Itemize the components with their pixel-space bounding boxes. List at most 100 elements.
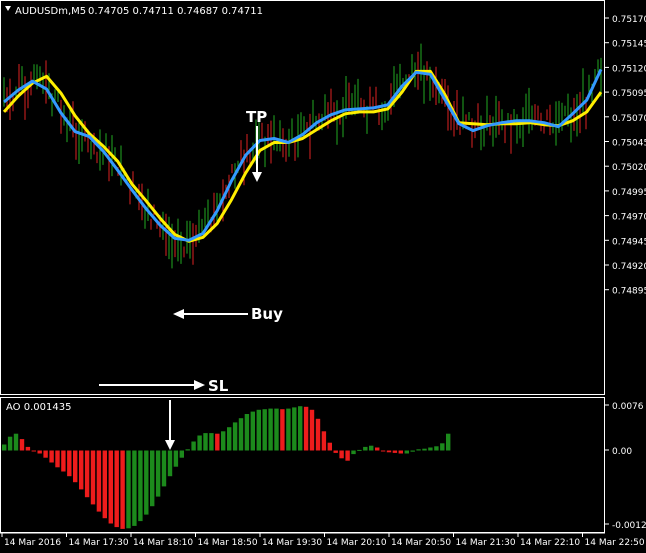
time-tick-label: 14 Mar 22:10 — [520, 538, 580, 548]
ao-tick-label: 0.0076 — [612, 402, 644, 412]
ao-bar — [404, 450, 409, 454]
ao-bar — [274, 408, 279, 451]
ao-bar — [209, 433, 214, 451]
ao-bar — [434, 446, 439, 451]
ao-bar — [79, 450, 84, 490]
ao-bar — [7, 436, 13, 451]
ao-bar — [256, 409, 261, 451]
ao-bar — [61, 450, 66, 472]
ao-bar — [144, 450, 149, 515]
fast-ma-line — [3, 68, 603, 242]
ao-bar — [422, 448, 427, 451]
ao-bar — [120, 450, 125, 529]
ao-bar — [185, 449, 190, 451]
price-tick-label: 0.74920 — [612, 262, 646, 272]
ao-bar — [428, 447, 433, 451]
ao-bar — [292, 407, 297, 451]
price-tick-label: 0.75095 — [612, 89, 646, 99]
price-tick-label: 0.74945 — [612, 237, 646, 247]
ao-bar — [398, 450, 403, 454]
ao-bar — [286, 408, 291, 451]
ao-bar — [351, 450, 356, 455]
ao-bar — [114, 450, 119, 528]
ao-bar — [13, 433, 19, 451]
ao-bar — [386, 450, 392, 453]
ao-bar — [244, 414, 250, 451]
buy-label: Buy — [251, 305, 283, 323]
ao-bar — [167, 450, 173, 477]
ao-bar — [339, 450, 344, 459]
ao-bar — [126, 450, 131, 529]
ao-bar — [150, 450, 155, 507]
price-tick-label: 0.74970 — [612, 213, 646, 223]
ao-bar — [227, 427, 232, 451]
time-tick-label: 14 Mar 20:50 — [391, 538, 451, 548]
ao-bar — [363, 446, 368, 451]
candles — [3, 43, 602, 269]
ao-bar — [303, 406, 309, 451]
ao-bar — [19, 439, 25, 451]
ao-bar — [333, 450, 338, 453]
ao-bar — [309, 409, 315, 451]
time-tick-label: 14 Mar 18:50 — [198, 538, 258, 548]
ao-bar — [298, 406, 303, 451]
price-tick-label: 0.74895 — [612, 287, 646, 297]
price-tick-label: 0.75045 — [612, 139, 646, 149]
ao-bar — [43, 450, 48, 458]
ao-bar — [410, 450, 415, 452]
price-axis: 0.75170 0.75145 0.75120 0.75095 0.75070 0.750… — [605, 15, 646, 297]
ao-bar — [215, 433, 220, 451]
ao-bar — [173, 450, 179, 467]
time-axis: 14 Mar 2016 14 Mar 17:30 14 Mar 18:10 14 Ma… — [1, 533, 645, 548]
ao-bar — [155, 450, 161, 497]
ao-bar — [375, 447, 380, 451]
ao-tick-label: 0.00 — [612, 447, 632, 457]
ao-bar — [357, 449, 362, 451]
ao-bar — [440, 443, 445, 451]
ao-bar — [268, 408, 273, 451]
price-chart: 0.75170 0.75145 0.75120 0.75095 0.75070 0.750… — [0, 0, 646, 548]
ao-bar — [369, 445, 374, 451]
price-tick-label: 0.75120 — [612, 64, 646, 74]
price-tick-label: 0.75170 — [612, 15, 646, 25]
price-tick-label: 0.75020 — [612, 163, 646, 173]
ao-tick-label: -0.0012 — [612, 521, 646, 531]
ao-bar — [90, 450, 96, 505]
ao-bar — [132, 450, 137, 526]
symbol-label: AUDUSDm,M5 — [15, 6, 86, 17]
ao-bar — [446, 433, 451, 451]
moving-averages — [2, 68, 603, 243]
ao-bar — [262, 409, 267, 451]
ao-bar — [197, 435, 202, 451]
price-tick-label: 0.74995 — [612, 188, 646, 198]
tp-arrowhead-icon — [252, 172, 262, 182]
ao-bar — [37, 450, 42, 454]
ao-bar — [232, 422, 238, 451]
ao-bar — [392, 450, 398, 453]
symbol-triangle-icon — [5, 6, 11, 11]
ao-bar — [191, 441, 196, 451]
ao-bar — [138, 450, 143, 522]
ao-bar — [102, 450, 107, 519]
ao-bar — [416, 449, 421, 451]
ao-bar — [315, 418, 321, 451]
ao-bar — [96, 450, 102, 512]
time-tick-label: 14 Mar 17:30 — [69, 538, 129, 548]
ao-bar — [67, 450, 72, 477]
price-tick-label: 0.75070 — [612, 114, 646, 124]
ao-histogram — [2, 406, 451, 529]
ao-bar — [2, 444, 7, 451]
ao-bar — [49, 450, 54, 463]
ao-bar — [25, 446, 31, 451]
price-tick-label: 0.75145 — [612, 40, 646, 50]
time-tick-label: 14 Mar 19:30 — [262, 538, 322, 548]
ao-bar — [84, 450, 90, 498]
ao-bar — [345, 450, 350, 461]
main-chart-frame — [0, 0, 605, 395]
slow-ma-line — [2, 69, 603, 243]
sl-label: SL — [208, 377, 229, 395]
ao-axis: 0.0076 0.00 -0.0012 — [605, 402, 646, 531]
tp-label: TP — [246, 108, 267, 126]
ao-bar — [31, 450, 36, 452]
ao-bar — [321, 431, 327, 451]
